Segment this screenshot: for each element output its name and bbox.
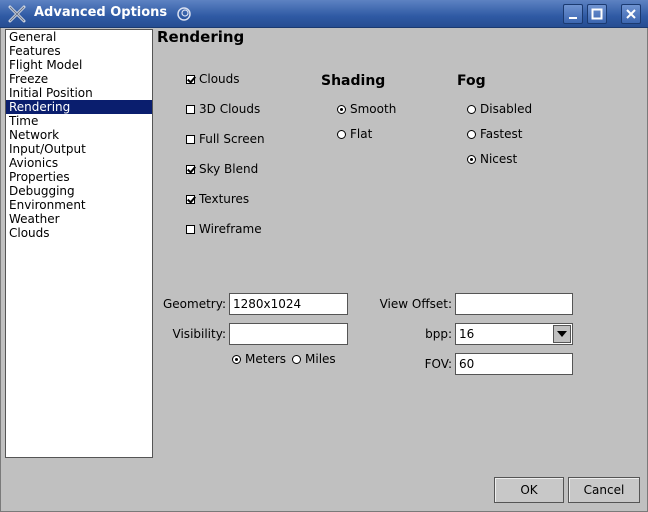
full-screen-label: Full Screen [199,132,265,146]
sidebar-item-clouds[interactable]: Clouds [6,226,152,240]
units-meters-row[interactable]: Meters [232,351,286,367]
visibility-label: Visibility: [172,327,226,341]
sidebar-item-input-output[interactable]: Input/Output [6,142,152,156]
units-miles-label: Miles [305,352,336,366]
sky-blend-label: Sky Blend [199,162,259,176]
shading-flat-row[interactable]: Flat [337,126,372,142]
fog-disabled-radio[interactable] [467,104,476,114]
units-meters-radio[interactable] [232,354,241,364]
minimize-button[interactable] [563,4,583,24]
shading-smooth-label: Smooth [350,102,397,116]
shading-smooth-radio[interactable] [337,104,346,114]
sidebar-item-time[interactable]: Time [6,114,152,128]
sky-blend-checkbox[interactable] [186,164,195,174]
bpp-label: bpp: [425,327,452,341]
sidebar-item-avionics[interactable]: Avionics [6,156,152,170]
units-miles-row[interactable]: Miles [292,351,336,367]
sidebar-item-rendering[interactable]: Rendering [6,100,152,114]
category-list[interactable]: General Features Flight Model Freeze Ini… [5,29,153,458]
sidebar-item-freeze[interactable]: Freeze [6,72,152,86]
fog-nicest-label: Nicest [480,152,518,166]
sidebar-item-environment[interactable]: Environment [6,198,152,212]
3d-clouds-checkbox-row[interactable]: 3D Clouds [186,101,260,117]
fog-nicest-radio[interactable] [467,154,476,164]
textures-checkbox-row[interactable]: Textures [186,191,249,207]
wireframe-checkbox-row[interactable]: Wireframe [186,221,262,237]
window-title: Advanced Options [34,5,168,20]
3d-clouds-label: 3D Clouds [199,102,261,116]
visibility-input[interactable] [229,323,348,345]
full-screen-checkbox[interactable] [186,134,195,144]
sidebar-item-general[interactable]: General [6,30,152,44]
fog-fastest-label: Fastest [480,127,523,141]
wireframe-label: Wireframe [199,222,262,236]
sidebar-item-initial-position[interactable]: Initial Position [6,86,152,100]
full-screen-checkbox-row[interactable]: Full Screen [186,131,265,147]
fog-fastest-row[interactable]: Fastest [467,126,522,142]
sidebar-item-network[interactable]: Network [6,128,152,142]
sky-blend-checkbox-row[interactable]: Sky Blend [186,161,258,177]
shading-smooth-row[interactable]: Smooth [337,101,396,117]
clouds-checkbox-row[interactable]: Clouds [186,71,240,87]
sidebar-item-debugging[interactable]: Debugging [6,184,152,198]
fog-nicest-row[interactable]: Nicest [467,151,517,167]
swirl-icon [177,7,191,21]
sidebar-item-flight-model[interactable]: Flight Model [6,58,152,72]
clouds-checkbox[interactable] [186,74,195,84]
close-button[interactable] [621,4,641,24]
cancel-button[interactable]: Cancel [568,477,640,503]
sidebar-item-properties[interactable]: Properties [6,170,152,184]
sidebar-item-features[interactable]: Features [6,44,152,58]
3d-clouds-checkbox[interactable] [186,104,195,114]
page-title: Rendering [157,28,245,46]
fog-heading: Fog [457,73,486,89]
fog-fastest-radio[interactable] [467,129,476,139]
fov-input[interactable]: 60 [455,353,573,375]
textures-checkbox[interactable] [186,194,195,204]
dropdown-arrow-button[interactable] [553,325,571,343]
shading-flat-radio[interactable] [337,129,346,139]
fov-label: FOV: [424,357,452,371]
app-x-icon[interactable] [8,5,26,23]
view-offset-label: View Offset: [379,297,452,311]
geometry-label: Geometry: [162,297,226,311]
textures-label: Textures [199,192,250,206]
clouds-label: Clouds [199,72,240,86]
maximize-button[interactable] [587,4,607,24]
chevron-down-icon [557,331,567,337]
wireframe-checkbox[interactable] [186,224,195,234]
units-meters-label: Meters [245,352,287,366]
shading-heading: Shading [321,73,386,89]
geometry-input[interactable]: 1280x1024 [229,293,348,315]
close-icon [626,9,636,19]
ok-button[interactable]: OK [494,477,564,503]
title-bar[interactable]: Advanced Options [0,0,648,28]
maximize-icon [591,8,603,20]
view-offset-input[interactable] [455,293,573,315]
bpp-value: 16 [459,327,475,341]
bpp-select[interactable]: 16 [455,323,573,345]
units-miles-radio[interactable] [292,354,301,364]
shading-flat-label: Flat [350,127,373,141]
sidebar-item-weather[interactable]: Weather [6,212,152,226]
minimize-icon [569,17,577,19]
fog-disabled-row[interactable]: Disabled [467,101,532,117]
fog-disabled-label: Disabled [480,102,533,116]
